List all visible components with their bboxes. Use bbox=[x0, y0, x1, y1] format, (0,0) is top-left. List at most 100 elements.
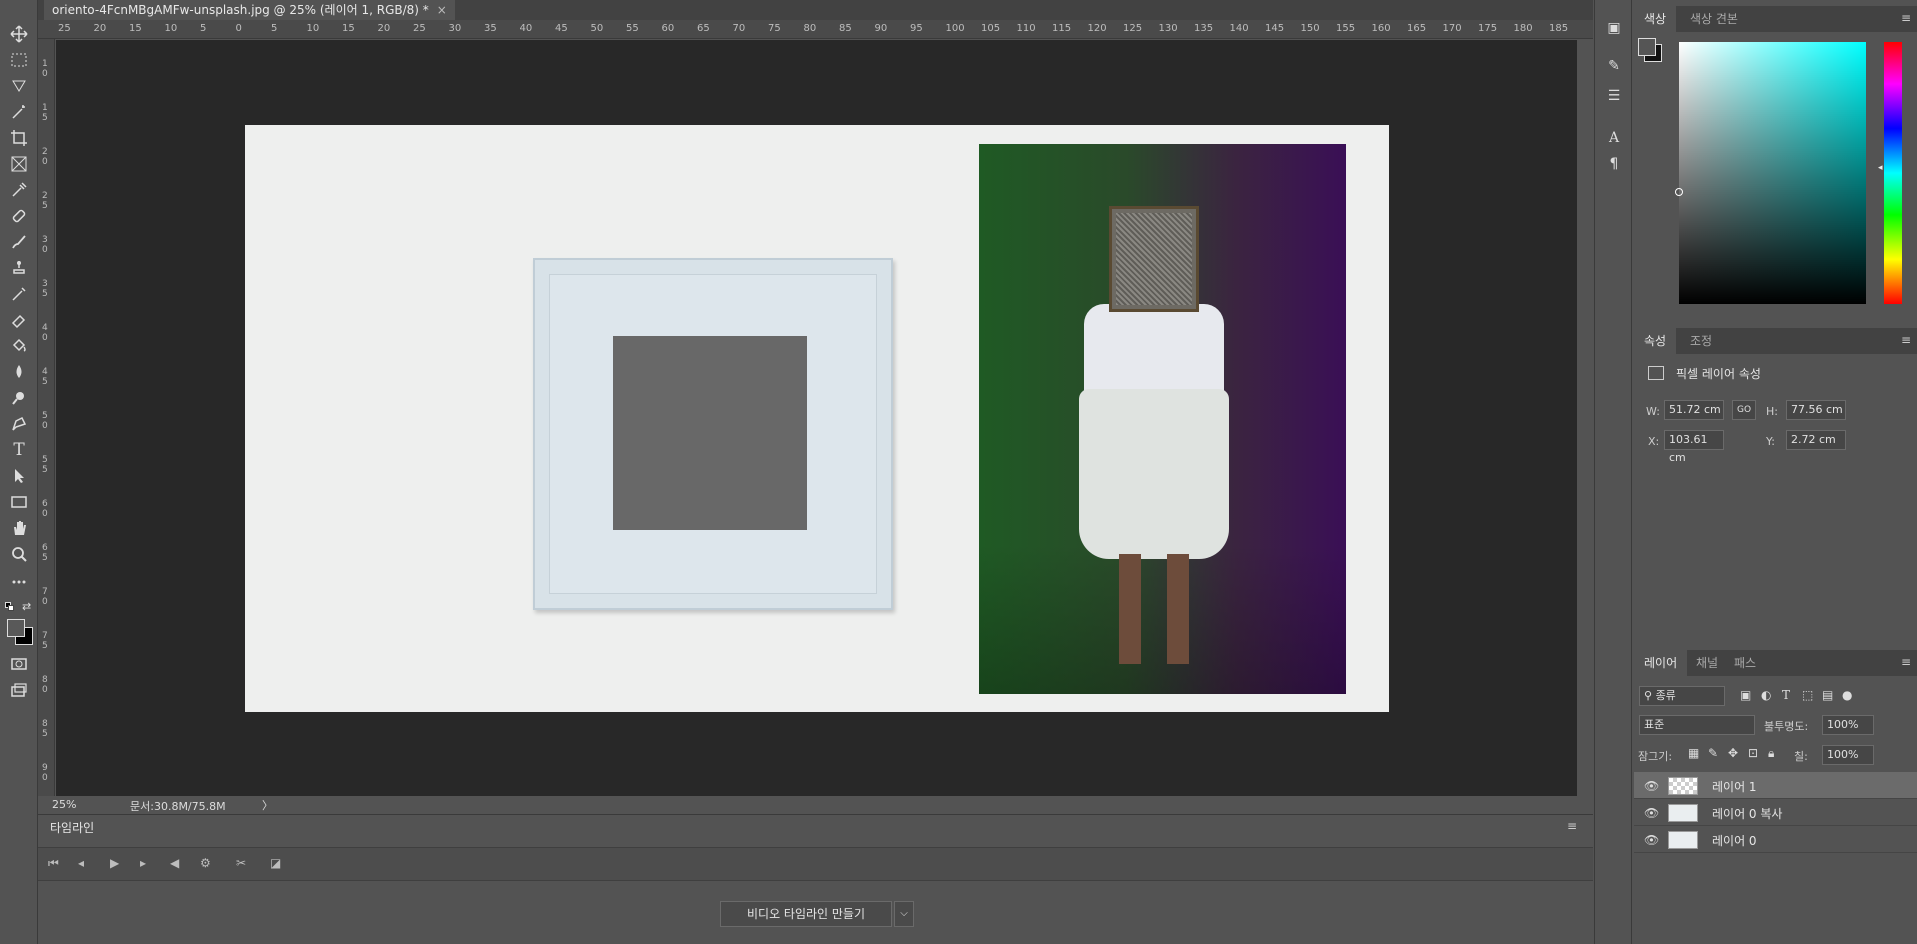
x-label: X: bbox=[1648, 435, 1660, 448]
layer-name[interactable]: 레이어 0 복사 bbox=[1712, 805, 1782, 822]
fill-field[interactable]: 100% bbox=[1822, 745, 1874, 765]
scissors-icon[interactable]: ✂ bbox=[236, 856, 246, 870]
lasso-tool-icon[interactable] bbox=[5, 74, 33, 98]
color-picker-marker[interactable] bbox=[1675, 188, 1683, 196]
magic-wand-tool-icon[interactable] bbox=[5, 100, 33, 124]
layer-row-layer-0[interactable]: 👁︎ 레이어 0 bbox=[1634, 826, 1917, 853]
eraser-tool-icon[interactable] bbox=[5, 308, 33, 332]
quick-mask-icon[interactable] bbox=[5, 652, 33, 676]
swap-colors-icon[interactable]: ⇄ bbox=[22, 600, 31, 613]
create-video-timeline-button[interactable]: 비디오 타임라인 만들기 bbox=[720, 901, 892, 927]
lock-pixels-icon[interactable]: ✎ bbox=[1708, 746, 1718, 760]
color-swatches[interactable] bbox=[5, 617, 35, 645]
tab-channels[interactable]: 채널 bbox=[1686, 650, 1728, 676]
foreground-color-swatch[interactable] bbox=[7, 619, 25, 637]
dodge-tool-icon[interactable] bbox=[5, 386, 33, 410]
tools-panel: T ⇄ bbox=[0, 0, 38, 944]
settings-gear-icon[interactable]: ⚙ bbox=[200, 856, 211, 870]
blur-tool-icon[interactable] bbox=[5, 360, 33, 384]
zoom-level[interactable]: 25% bbox=[52, 798, 76, 811]
x-position-field[interactable]: 103.61 cm bbox=[1664, 430, 1724, 464]
hand-tool-icon[interactable] bbox=[5, 516, 33, 540]
previous-frame-icon[interactable]: ◂ bbox=[78, 856, 84, 870]
filter-pixel-icon[interactable]: ▣ bbox=[1740, 688, 1751, 702]
type-tool-icon[interactable]: T bbox=[5, 438, 33, 462]
marquee-tool-icon[interactable] bbox=[5, 48, 33, 72]
visibility-eye-icon[interactable]: 👁︎ bbox=[1644, 806, 1659, 820]
width-field[interactable]: 51.72 cm bbox=[1664, 400, 1724, 420]
color-panel-foreground-swatch[interactable] bbox=[1638, 38, 1656, 56]
layer-row-layer-0-copy[interactable]: 👁︎ 레이어 0 복사 bbox=[1634, 799, 1917, 826]
play-icon[interactable]: ▶ bbox=[110, 856, 119, 870]
tab-adjustments[interactable]: 조정 bbox=[1680, 328, 1722, 354]
chevron-down-icon[interactable]: ⌵ bbox=[894, 901, 914, 927]
color-panel-menu-icon[interactable]: ≡ bbox=[1901, 11, 1911, 25]
layer-row-layer-1[interactable]: 👁︎ 레이어 1 bbox=[1634, 772, 1917, 799]
status-menu-arrow[interactable]: 〉 bbox=[262, 797, 273, 813]
lock-transparent-icon[interactable]: ▦ bbox=[1688, 746, 1699, 760]
brush-panel-icon[interactable]: ✎ bbox=[1604, 58, 1624, 78]
layer-filter-select[interactable]: ⚲ 종류 bbox=[1639, 686, 1725, 706]
hue-slider-handle-icon[interactable]: ◂ bbox=[1878, 163, 1883, 173]
crop-tool-icon[interactable] bbox=[5, 126, 33, 150]
ruler-tick-label: 20 bbox=[377, 23, 391, 34]
blend-mode-select[interactable]: 표준 bbox=[1639, 715, 1755, 735]
visibility-eye-icon[interactable]: 👁︎ bbox=[1644, 779, 1659, 793]
next-frame-icon[interactable]: ▸ bbox=[140, 856, 146, 870]
visibility-eye-icon[interactable]: 👁︎ bbox=[1644, 833, 1659, 847]
audio-icon[interactable]: ◀ bbox=[170, 856, 179, 870]
y-position-field[interactable]: 2.72 cm bbox=[1786, 430, 1846, 450]
tab-paths[interactable]: 패스 bbox=[1724, 650, 1766, 676]
tab-swatches[interactable]: 색상 견본 bbox=[1680, 6, 1748, 32]
layer-name[interactable]: 레이어 0 bbox=[1712, 832, 1757, 849]
filter-adjustment-icon[interactable]: ◐ bbox=[1761, 688, 1771, 702]
lock-all-icon[interactable]: 🔒︎ bbox=[1768, 746, 1774, 761]
history-brush-tool-icon[interactable] bbox=[5, 282, 33, 306]
filter-smart-object-icon[interactable]: ▤ bbox=[1822, 688, 1833, 702]
height-field[interactable]: 77.56 cm bbox=[1786, 400, 1846, 420]
screen-mode-icon[interactable] bbox=[5, 678, 33, 702]
ruler-tick-label: 160 bbox=[1371, 23, 1391, 34]
adjustments-panel-icon[interactable]: ☰ bbox=[1604, 88, 1624, 108]
tab-timeline[interactable]: 타임라인 bbox=[50, 819, 94, 836]
tab-color[interactable]: 색상 bbox=[1634, 6, 1677, 32]
eyedropper-tool-icon[interactable] bbox=[5, 178, 33, 202]
rectangle-tool-icon[interactable] bbox=[5, 490, 33, 514]
hue-slider[interactable] bbox=[1884, 42, 1902, 304]
path-selection-tool-icon[interactable] bbox=[5, 464, 33, 488]
layers-menu-icon[interactable]: ≡ bbox=[1901, 655, 1911, 669]
color-picker-field[interactable] bbox=[1679, 42, 1866, 304]
ruler-tick-label: 80 bbox=[803, 23, 817, 34]
link-dimensions-button[interactable]: GO bbox=[1732, 400, 1756, 420]
default-colors-icon[interactable] bbox=[5, 602, 15, 612]
move-tool-icon[interactable] bbox=[5, 22, 33, 46]
healing-brush-tool-icon[interactable] bbox=[5, 204, 33, 228]
first-frame-icon[interactable]: ⏮ bbox=[48, 856, 59, 871]
zoom-tool-icon[interactable] bbox=[5, 542, 33, 566]
filter-type-icon[interactable]: T bbox=[1782, 688, 1790, 702]
history-panel-icon[interactable]: ▣ bbox=[1604, 20, 1624, 40]
filter-shape-icon[interactable]: ⬚ bbox=[1802, 688, 1813, 702]
timeline-menu-icon[interactable]: ≡ bbox=[1567, 819, 1577, 833]
character-panel-icon[interactable]: A bbox=[1604, 130, 1624, 150]
clone-stamp-tool-icon[interactable] bbox=[5, 256, 33, 280]
layer-name[interactable]: 레이어 1 bbox=[1712, 778, 1757, 795]
more-tools-icon[interactable] bbox=[5, 570, 33, 594]
document-tab[interactable]: oriento-4FcnMBgAMFw-unsplash.jpg @ 25% (… bbox=[44, 0, 455, 20]
paragraph-panel-icon[interactable]: ¶ bbox=[1604, 156, 1624, 176]
properties-menu-icon[interactable]: ≡ bbox=[1901, 333, 1911, 347]
pen-tool-icon[interactable] bbox=[5, 412, 33, 436]
lock-artboard-icon[interactable]: ⊡ bbox=[1748, 746, 1758, 760]
ruler-tick-label: 6 5 bbox=[42, 543, 48, 563]
tab-layers[interactable]: 레이어 bbox=[1634, 650, 1688, 676]
tab-properties[interactable]: 속성 bbox=[1634, 328, 1677, 354]
close-tab-icon[interactable]: × bbox=[437, 3, 447, 17]
paint-bucket-tool-icon[interactable] bbox=[5, 334, 33, 358]
filter-toggle-icon[interactable]: ● bbox=[1842, 688, 1852, 702]
brush-tool-icon[interactable] bbox=[5, 230, 33, 254]
lock-position-icon[interactable]: ✥ bbox=[1728, 746, 1738, 760]
opacity-field[interactable]: 100% bbox=[1822, 715, 1874, 735]
transition-icon[interactable]: ◪ bbox=[270, 856, 281, 870]
panel-icon-strip: ▣ ✎ ☰ A ¶ bbox=[1594, 0, 1632, 944]
frame-tool-icon[interactable] bbox=[5, 152, 33, 176]
